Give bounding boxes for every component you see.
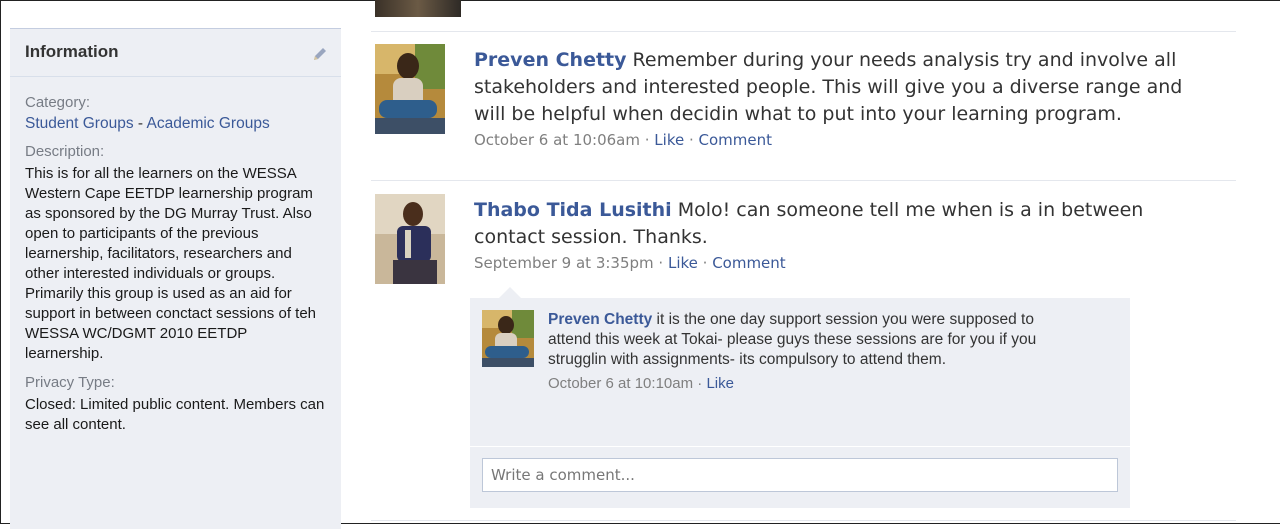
comment-thread: Preven Chetty it is the one day support … xyxy=(470,298,1130,508)
description-text: This is for all the learners on the WESS… xyxy=(25,165,317,362)
pencil-icon[interactable] xyxy=(311,45,329,63)
category-value: Student Groups - Academic Groups xyxy=(25,115,327,133)
post-author[interactable]: Thabo Tida Lusithi xyxy=(474,199,672,221)
comment-pointer xyxy=(499,287,521,298)
comment-like-link[interactable]: Like xyxy=(706,375,734,392)
previous-post-photo xyxy=(375,0,461,17)
comment-timestamp[interactable]: October 6 at 10:10am xyxy=(548,375,693,392)
comment-link[interactable]: Comment xyxy=(699,131,773,149)
post-meta: September 9 at 3:35pm · Like · Comment xyxy=(474,253,1214,273)
information-panel: Information Category: Student Groups - A… xyxy=(10,28,341,529)
comment-meta: October 6 at 10:10am · Like xyxy=(548,374,1068,394)
avatar[interactable] xyxy=(482,310,534,367)
post-body: Preven Chetty Remember during your needs… xyxy=(474,47,1214,150)
post-meta: October 6 at 10:06am · Like · Comment xyxy=(474,130,1214,150)
category-link-academic-groups[interactable]: Academic Groups xyxy=(147,115,270,132)
divider xyxy=(371,520,1236,521)
divider xyxy=(371,180,1236,181)
like-link[interactable]: Like xyxy=(654,131,684,149)
comment-link[interactable]: Comment xyxy=(712,254,786,272)
avatar[interactable] xyxy=(375,194,445,284)
comment-author[interactable]: Preven Chetty xyxy=(548,311,652,328)
avatar[interactable] xyxy=(375,44,445,134)
category-separator: - xyxy=(133,115,147,132)
comment-separator xyxy=(470,446,1130,447)
post-timestamp[interactable]: September 9 at 3:35pm xyxy=(474,254,654,272)
information-title: Information xyxy=(25,42,119,61)
description-label: Description: xyxy=(25,143,105,160)
privacy-label: Privacy Type: xyxy=(25,374,115,391)
meta-dot: · xyxy=(684,131,699,149)
information-header: Information xyxy=(10,29,341,77)
category-label: Category: xyxy=(25,94,91,111)
meta-dot: · xyxy=(693,375,707,392)
divider xyxy=(371,31,1236,32)
comment-input[interactable]: Write a comment... xyxy=(482,458,1118,492)
meta-dot: · xyxy=(653,254,668,272)
post-author[interactable]: Preven Chetty xyxy=(474,49,627,71)
post-timestamp[interactable]: October 6 at 10:06am xyxy=(474,131,640,149)
like-link[interactable]: Like xyxy=(668,254,698,272)
post-body: Thabo Tida Lusithi Molo! can someone tel… xyxy=(474,197,1214,273)
meta-dot: · xyxy=(639,131,655,149)
comment-body: Preven Chetty it is the one day support … xyxy=(548,310,1068,394)
privacy-text: Closed: Limited public content. Members … xyxy=(25,396,325,433)
category-link-student-groups[interactable]: Student Groups xyxy=(25,115,134,132)
meta-dot: · xyxy=(697,254,713,272)
